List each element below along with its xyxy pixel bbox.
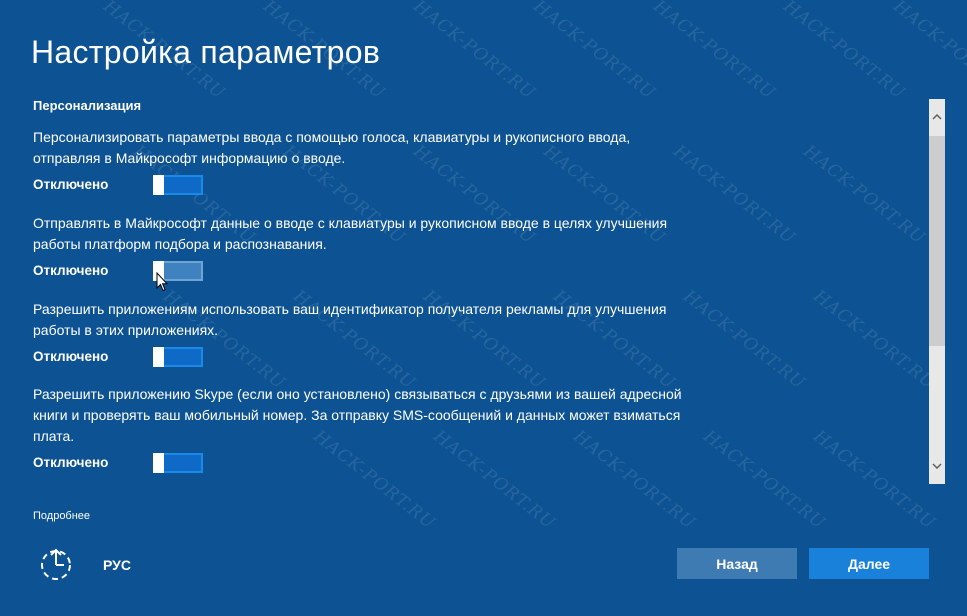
setting-skype: Разрешить приложению Skype (если оно уст…	[33, 384, 693, 473]
toggle-row: Отключено	[33, 453, 693, 473]
more-info-link[interactable]: Подробнее	[33, 510, 90, 522]
watermark-text: HACK-PORT.RU	[799, 141, 929, 249]
toggle-thumb[interactable]	[153, 175, 164, 195]
setting-description: Разрешить приложениям использовать ваш и…	[33, 301, 667, 338]
toggle-switch-input-personalization[interactable]	[153, 175, 203, 195]
watermark-text: HACK-PORT.RU	[779, 0, 909, 104]
setting-input-personalization: Персонализировать параметры ввода с помо…	[33, 127, 693, 195]
scroll-down-button[interactable]	[929, 448, 945, 484]
chevron-down-icon	[932, 463, 942, 469]
toggle-state-label: Отключено	[33, 263, 109, 278]
ease-of-access-icon[interactable]	[38, 546, 74, 582]
toggle-state-label: Отключено	[33, 349, 109, 364]
setting-description: Отправлять в Майкрософт данные о вводе с…	[33, 215, 668, 252]
toggle-state-label: Отключено	[33, 455, 109, 470]
page-title: Настройка параметров	[31, 34, 381, 70]
setting-description: Разрешить приложению Skype (если оно уст…	[33, 386, 682, 444]
watermark-text: HACK-PORT.RU	[649, 0, 779, 104]
watermark-text: HACK-PORT.RU	[699, 426, 829, 534]
watermark-text: HACK-PORT.RU	[809, 286, 939, 394]
toggle-switch-skype[interactable]	[153, 453, 203, 473]
setting-typing-data: Отправлять в Майкрософт данные о вводе с…	[33, 213, 693, 281]
watermark-text: HACK-PORT.RU	[889, 0, 967, 104]
back-button[interactable]: Назад	[677, 548, 797, 579]
chevron-up-icon	[932, 114, 942, 120]
watermark-text: HACK-PORT.RU	[809, 426, 939, 534]
toggle-state-label: Отключено	[33, 177, 109, 192]
toggle-thumb[interactable]	[153, 453, 164, 473]
mouse-cursor-icon	[156, 272, 168, 292]
scroll-thumb[interactable]	[929, 136, 945, 346]
toggle-row: Отключено	[33, 175, 693, 195]
toggle-row: Отключено	[33, 347, 693, 367]
toggle-thumb[interactable]	[153, 347, 164, 367]
watermark-text: HACK-PORT.RU	[529, 0, 659, 104]
setting-advertising-id: Разрешить приложениям использовать ваш и…	[33, 299, 693, 367]
setting-description: Персонализировать параметры ввода с помо…	[33, 129, 631, 166]
language-indicator[interactable]: РУС	[103, 557, 131, 573]
next-button[interactable]: Далее	[809, 548, 929, 579]
section-heading: Персонализация	[33, 98, 142, 113]
scrollbar[interactable]	[929, 99, 945, 484]
watermark-text: HACK-PORT.RU	[679, 286, 809, 394]
toggle-row: Отключено	[33, 261, 693, 281]
scroll-up-button[interactable]	[929, 99, 945, 135]
toggle-switch-advertising-id[interactable]	[153, 347, 203, 367]
watermark-text: HACK-PORT.RU	[409, 0, 539, 104]
